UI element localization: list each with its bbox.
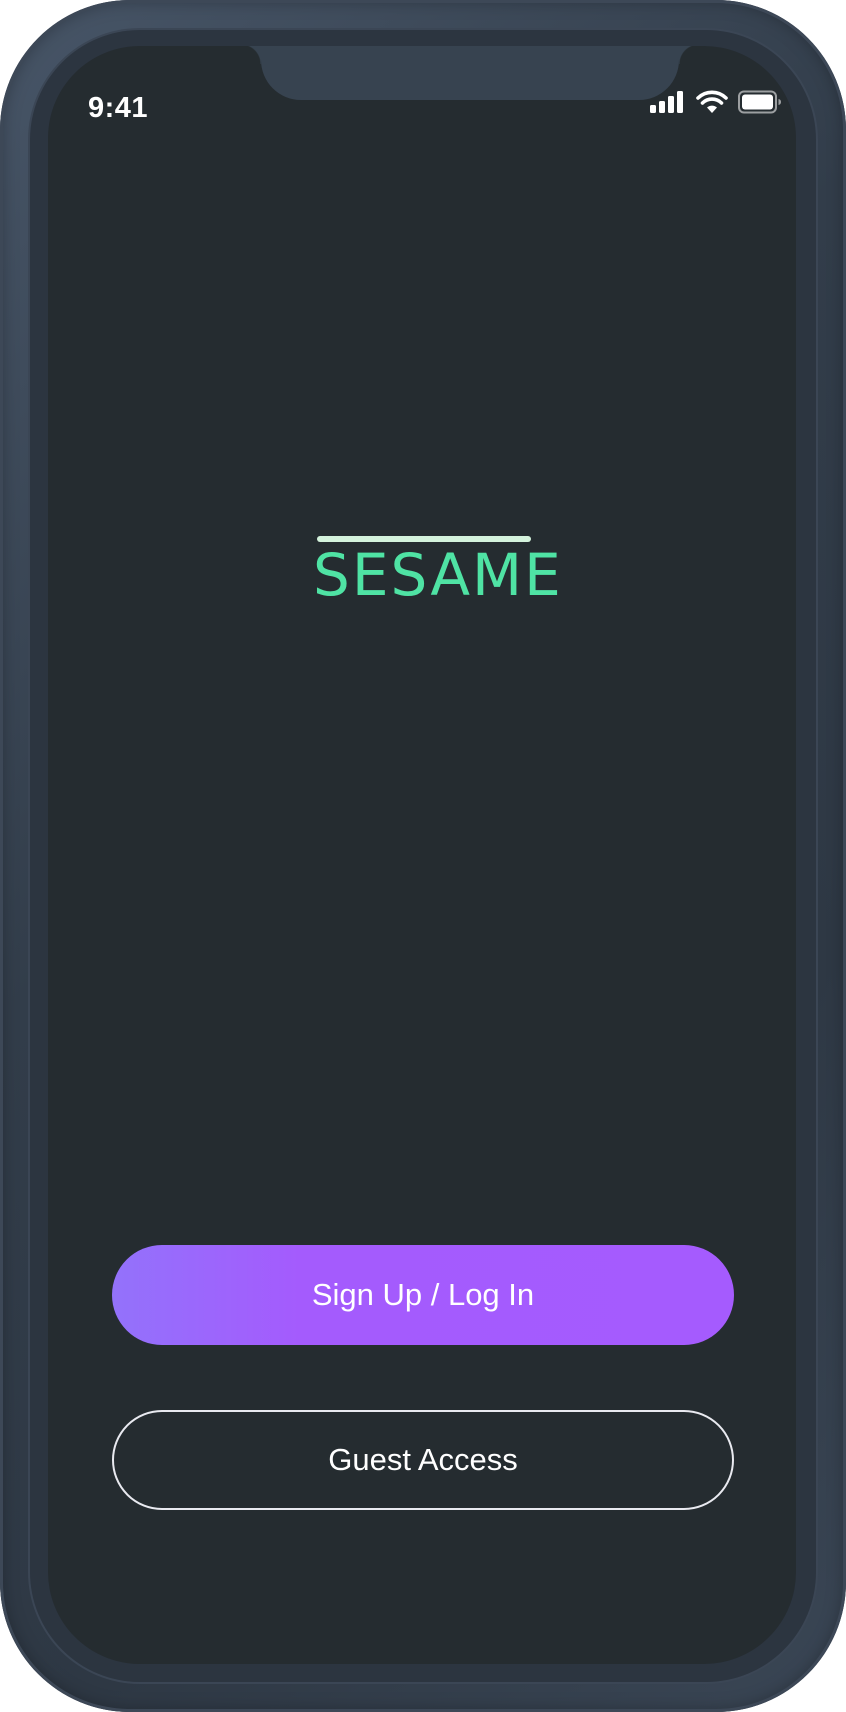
wifi-icon — [696, 90, 728, 119]
notch — [241, 46, 699, 100]
cellular-signal-icon — [650, 90, 686, 118]
sign-up-log-in-button[interactable]: Sign Up / Log In — [112, 1245, 734, 1345]
status-icons — [650, 90, 782, 119]
guest-access-button[interactable]: Guest Access — [112, 1410, 734, 1510]
battery-icon — [738, 90, 782, 119]
sesame-logo: SESAME — [313, 536, 563, 609]
status-time: 9:41 — [88, 92, 149, 124]
logo-text: SESAME — [313, 541, 563, 609]
